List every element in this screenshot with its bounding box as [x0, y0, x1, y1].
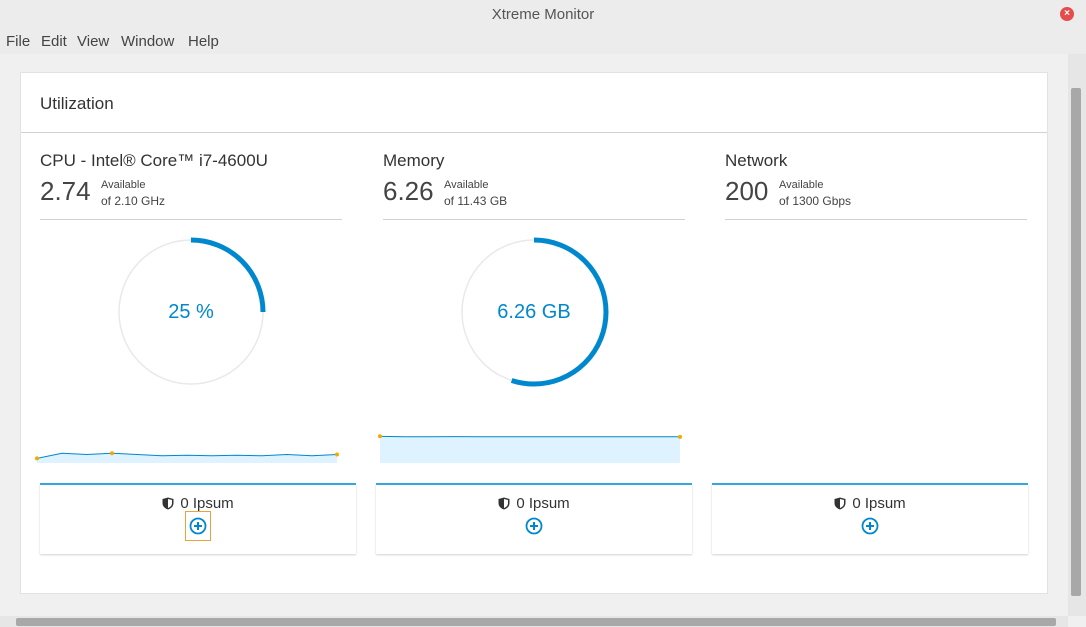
memory-sparkline-start-dot: [378, 434, 382, 439]
network-footer-row: 0 Ipsum: [712, 495, 1028, 512]
shield-icon: [498, 497, 510, 510]
menu-file[interactable]: File: [6, 33, 30, 50]
title-bar: Xtreme Monitor ×: [0, 0, 1086, 30]
memory-column: Memory 6.26 Available of 11.43 GB: [383, 151, 685, 220]
menu-help[interactable]: Help: [188, 33, 219, 50]
memory-sparkline: [378, 434, 682, 463]
memory-of-text: of 11.43 GB: [444, 194, 508, 208]
cpu-value: 2.74: [40, 176, 91, 206]
network-footer-card: 0 Ipsum: [712, 483, 1028, 554]
vertical-scrollbar[interactable]: [1068, 54, 1086, 616]
close-button[interactable]: ×: [1060, 7, 1074, 21]
network-footer-count: 0 Ipsum: [852, 495, 906, 512]
add-circle-icon[interactable]: [861, 517, 879, 535]
memory-stats: 6.26 Available of 11.43 GB: [383, 174, 685, 220]
menu-view[interactable]: View: [77, 33, 109, 50]
cpu-column: CPU - Intel® Core™ i7-4600U 2.74 Availab…: [40, 151, 342, 220]
horizontal-scrollbar[interactable]: [0, 616, 1068, 627]
horizontal-scrollbar-thumb[interactable]: [16, 618, 1056, 626]
memory-value: 6.26: [383, 176, 434, 206]
add-circle-icon[interactable]: [189, 517, 207, 535]
memory-footer-count: 0 Ipsum: [516, 495, 570, 512]
memory-footer-card: 0 Ipsum: [376, 483, 692, 554]
cpu-footer-row: 0 Ipsum: [40, 495, 356, 512]
shield-icon: [162, 497, 174, 510]
cpu-stats: 2.74 Available of 2.10 GHz: [40, 174, 342, 220]
cpu-footer-count: 0 Ipsum: [180, 495, 234, 512]
cpu-of-text: of 2.10 GHz: [101, 194, 166, 208]
main-content: Utilization CPU - Intel® Core™ i7-4600U …: [0, 54, 1068, 616]
menu-bar: File Edit View Window Help: [0, 30, 1086, 54]
cpu-sparkline: [35, 451, 339, 463]
add-circle-icon[interactable]: [525, 517, 543, 535]
menu-edit[interactable]: Edit: [41, 33, 67, 50]
menu-window[interactable]: Window: [121, 33, 174, 50]
network-name: Network: [725, 151, 788, 170]
vertical-scrollbar-thumb[interactable]: [1071, 88, 1081, 596]
cpu-footer-card: 0 Ipsum: [40, 483, 356, 554]
memory-sparkline-line: [379, 435, 680, 438]
window-title: Xtreme Monitor: [491, 6, 595, 23]
network-available-label: Available: [779, 179, 824, 191]
network-of-text: of 1300 Gbps: [779, 194, 852, 208]
card-title: Utilization: [21, 73, 1047, 133]
cpu-name: CPU - Intel® Core™ i7-4600U: [40, 151, 268, 170]
memory-available-label: Available: [444, 179, 489, 191]
network-stats: 200 Available of 1300 Gbps: [725, 174, 1027, 220]
cpu-sparkline-end-dot: [335, 452, 339, 457]
network-column: Network 200 Available of 1300 Gbps: [725, 151, 1027, 220]
shield-icon: [834, 497, 846, 510]
memory-sparkline-area: [380, 436, 680, 463]
memory-donut-label: 6.26 GB: [497, 301, 571, 323]
memory-footer-row: 0 Ipsum: [376, 495, 692, 512]
memory-name: Memory: [383, 151, 445, 170]
memory-sparkline-end-dot: [678, 434, 682, 439]
cpu-donut-label: 25 %: [168, 301, 214, 323]
cpu-available-label: Available: [101, 179, 146, 191]
cpu-sparkline-mid-dot: [110, 451, 114, 456]
network-value: 200: [725, 176, 769, 206]
cpu-sparkline-start-dot: [35, 456, 39, 461]
utilization-card: Utilization CPU - Intel® Core™ i7-4600U …: [20, 72, 1048, 594]
